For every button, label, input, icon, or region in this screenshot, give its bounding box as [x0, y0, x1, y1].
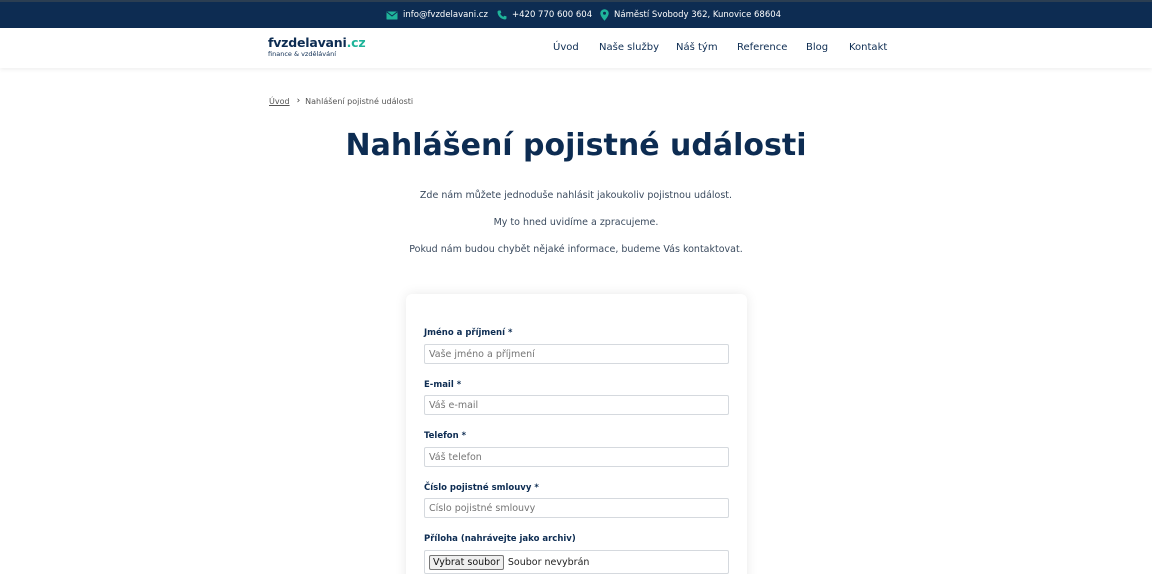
choose-file-button[interactable]: Vybrat soubor [429, 554, 504, 570]
nav-item-reference[interactable]: Reference [737, 42, 787, 53]
phone-field-label: Telefon * [424, 431, 467, 441]
topbar-email[interactable]: info@fvzdelavani.cz [386, 10, 488, 20]
breadcrumb-home-link[interactable]: Úvod [269, 97, 290, 106]
email-field-label: E-mail * [424, 380, 462, 390]
attachment-file-input[interactable]: Vybrat soubor Soubor nevybrán [424, 550, 729, 574]
site-header: fvzdelavani.cz finance & vzdělávání Úvod… [0, 28, 1152, 68]
name-field-label: Jméno a příjmení * [424, 328, 513, 338]
topbar-address-text: Náměstí Svobody 362, Kunovice 68604 [614, 10, 782, 20]
topbar-phone-text: +420 770 600 604 [512, 10, 593, 20]
topbar-email-text: info@fvzdelavani.cz [403, 10, 488, 20]
intro-line-2: My to hned uvidíme a zpracujeme. [493, 217, 659, 228]
attachment-field-label: Příloha (nahrávejte jako archiv) [424, 534, 576, 544]
logo-wordmark: fvzdelavani.cz [268, 35, 366, 50]
name-input[interactable] [424, 344, 729, 364]
breadcrumb-current: Nahlášení pojistné události [305, 96, 414, 106]
intro-line-1: Zde nám můžete jednoduše nahlásit jakouk… [419, 190, 733, 201]
breadcrumb: Úvod › Nahlášení pojistné události [269, 96, 413, 106]
email-input[interactable] [424, 395, 729, 415]
logo-tld: .cz [346, 35, 366, 50]
chevron-right-icon: › [296, 96, 301, 106]
nav-item-nas-tym[interactable]: Náš tým [676, 42, 718, 53]
nav-item-uvod[interactable]: Úvod [553, 42, 579, 53]
nav-item-nase-sluzby[interactable]: Naše služby [599, 42, 659, 53]
logo-tagline: finance & vzdělávání [268, 50, 337, 58]
page-title: Nahlášení pojistné události [345, 128, 807, 163]
topbar-address[interactable]: Náměstí Svobody 362, Kunovice 68604 [600, 9, 781, 21]
phone-icon [497, 10, 507, 20]
location-pin-icon [600, 9, 609, 21]
topbar-phone[interactable]: +420 770 600 604 [497, 10, 592, 20]
file-status-text: Soubor nevybrán [507, 556, 590, 568]
mail-icon [386, 11, 398, 19]
site-logo[interactable]: fvzdelavani.cz finance & vzdělávání [268, 35, 366, 58]
nav-item-blog[interactable]: Blog [806, 42, 828, 53]
nav-item-kontakt[interactable]: Kontakt [849, 42, 887, 53]
top-info-bar: info@fvzdelavani.cz +420 770 600 604 Nám… [0, 0, 1152, 28]
policy-number-input[interactable] [424, 498, 729, 518]
intro-line-3: Pokud nám budou chybět nějaké informace,… [409, 244, 743, 255]
phone-input[interactable] [424, 447, 729, 467]
logo-name: fvzdelavani [268, 35, 347, 50]
policy-number-field-label: Číslo pojistné smlouvy * [424, 483, 539, 493]
